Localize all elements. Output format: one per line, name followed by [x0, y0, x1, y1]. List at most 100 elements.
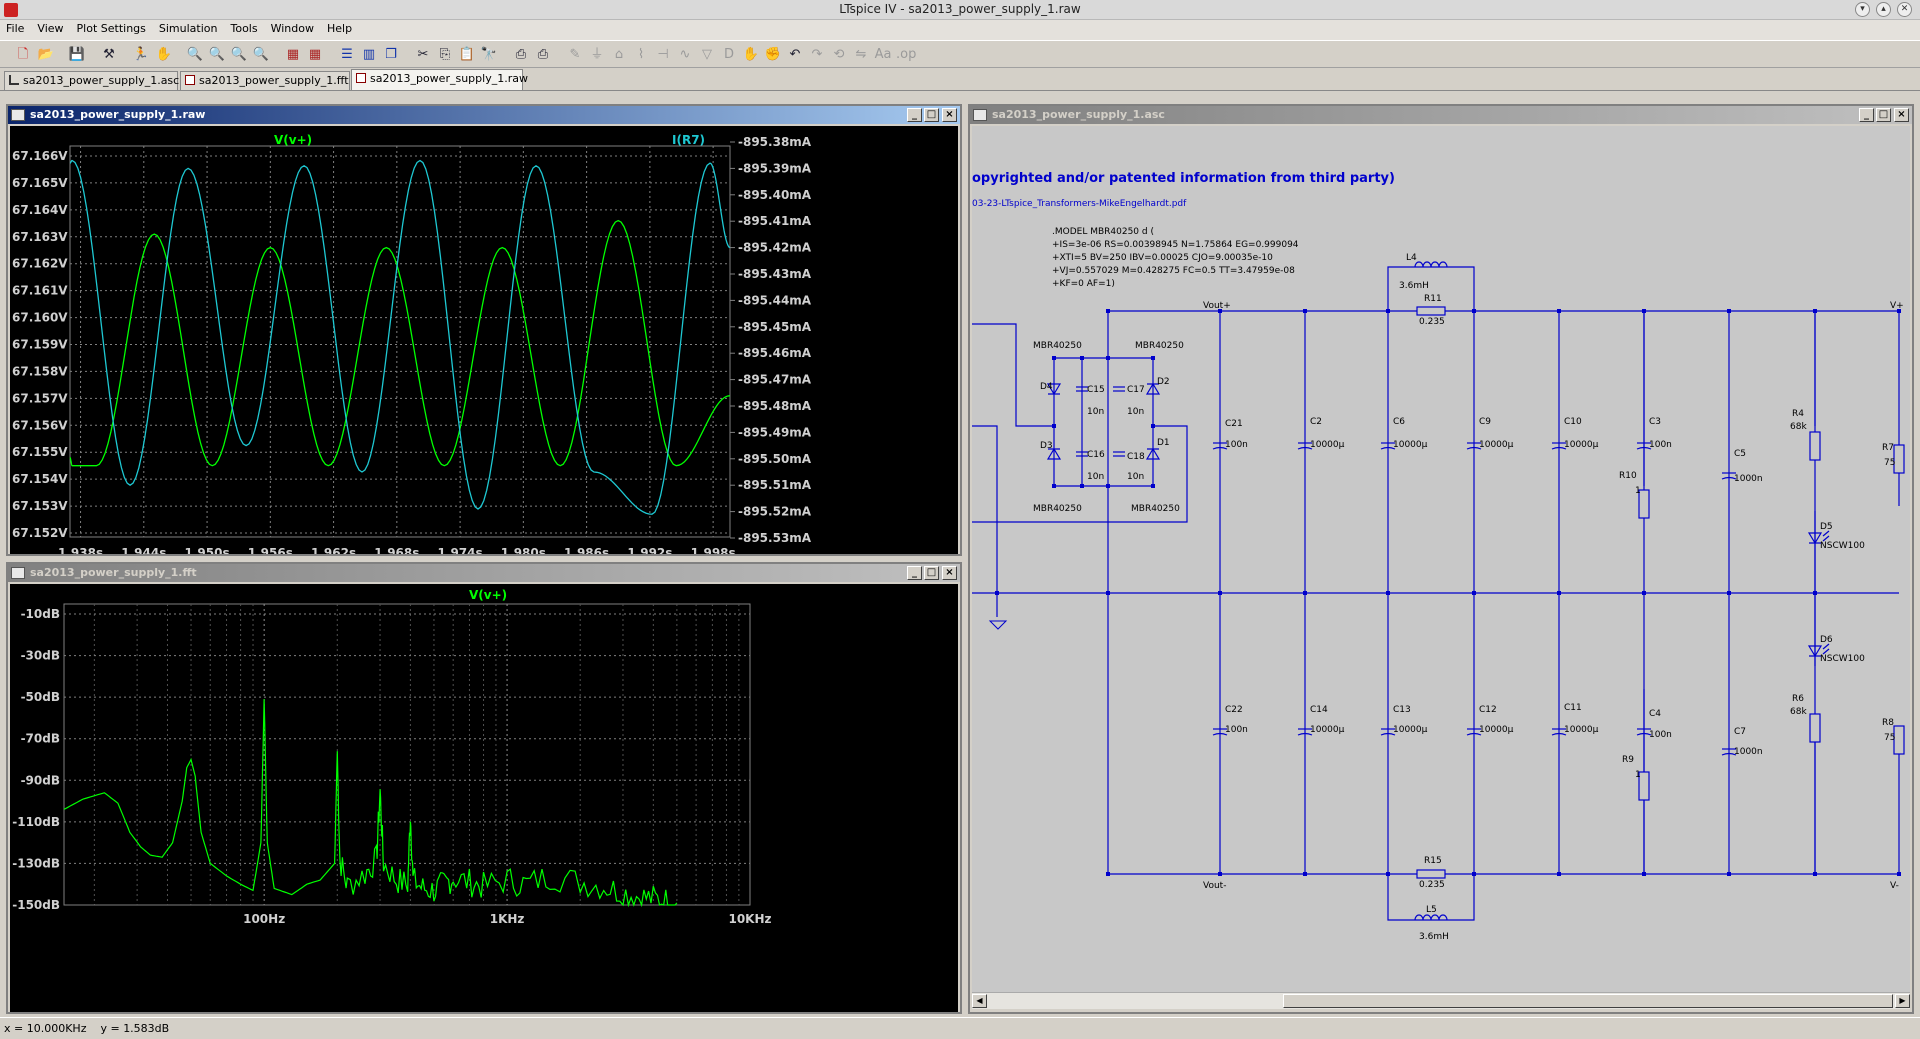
copyright-notice[interactable]: opyrighted and/or patented information f… [972, 171, 1395, 186]
asc-horizontal-scrollbar[interactable]: ◀ ▶ [972, 992, 1910, 1009]
menu-help[interactable]: Help [321, 20, 359, 35]
label-c4[interactable]: C4 [1649, 709, 1661, 719]
control-panel-icon[interactable]: ⚒ [100, 46, 118, 64]
drag-icon[interactable]: ✊ [764, 46, 782, 64]
value-c22[interactable]: 100n [1225, 725, 1248, 735]
label-c13[interactable]: C13 [1393, 705, 1411, 715]
value-c18[interactable]: 10n [1127, 472, 1144, 482]
label-r10[interactable]: R10 [1619, 471, 1637, 481]
diode-icon[interactable]: ▽ [698, 46, 716, 64]
raw-plot-window[interactable]: sa2013_power_supply_1.raw _ □ × V(v+) I(… [6, 104, 962, 560]
value-c3[interactable]: 100n [1649, 440, 1672, 450]
label-r7[interactable]: R7 [1882, 443, 1894, 453]
label-l4[interactable]: L4 [1406, 253, 1417, 263]
asc-maximize-button[interactable]: □ [1876, 108, 1891, 122]
value-c11[interactable]: 10000µ [1564, 725, 1599, 735]
label-c15[interactable]: C15 [1087, 385, 1105, 395]
zoom-back-icon[interactable]: 🔍 [230, 46, 248, 64]
value-c17[interactable]: 10n [1127, 407, 1144, 417]
label-c16[interactable]: C16 [1087, 450, 1105, 460]
value-l5[interactable]: 3.6mH [1419, 932, 1449, 942]
value-c13[interactable]: 10000µ [1393, 725, 1428, 735]
raw-window-titlebar[interactable]: sa2013_power_supply_1.raw _ □ × [8, 106, 960, 124]
value-d6[interactable]: NSCW100 [1820, 654, 1865, 664]
rotate-icon[interactable]: ⟲ [830, 46, 848, 64]
value-c2[interactable]: 10000µ [1310, 440, 1345, 450]
capacitor-icon[interactable]: ⊣ [654, 46, 672, 64]
value-r4[interactable]: 68k [1790, 422, 1807, 432]
save-icon[interactable]: 💾 [68, 46, 86, 64]
run-icon[interactable]: 🏃 [132, 46, 150, 64]
fft-maximize-button[interactable]: □ [924, 566, 939, 580]
menu-tools[interactable]: Tools [224, 20, 264, 35]
label-d1[interactable]: D1 [1157, 438, 1170, 448]
value-r8[interactable]: 75 [1884, 733, 1895, 743]
label-r4[interactable]: R4 [1792, 409, 1804, 419]
label-c18[interactable]: C18 [1127, 452, 1145, 462]
tile-vertical-icon[interactable]: ▥ [360, 46, 378, 64]
menu-window[interactable]: Window [265, 20, 321, 35]
label-vplus[interactable]: V+ [1890, 301, 1904, 311]
asc-schematic-window[interactable]: sa2013_power_supply_1.asc _ □ × opyright… [968, 104, 1914, 1014]
label-vminus[interactable]: V- [1890, 881, 1899, 891]
label-voutn[interactable]: Vout- [1203, 881, 1226, 891]
value-c14[interactable]: 10000µ [1310, 725, 1345, 735]
minimize-button[interactable]: ▾ [1855, 2, 1870, 17]
tab-raw[interactable]: sa2013_power_supply_1.raw [351, 69, 528, 90]
value-l4[interactable]: 3.6mH [1399, 281, 1429, 291]
menu-simulation[interactable]: Simulation [153, 20, 225, 35]
raw-maximize-button[interactable]: □ [924, 108, 939, 122]
label-c9[interactable]: C9 [1479, 417, 1491, 427]
component-icon[interactable]: D [720, 46, 738, 64]
label-mbr-tl[interactable]: MBR40250 [1033, 341, 1082, 351]
zoom-out-icon[interactable]: 🔍 [208, 46, 226, 64]
print-preview-icon[interactable]: ⎙ [512, 46, 530, 64]
model-line-1[interactable]: .MODEL MBR40250 d ( [1052, 227, 1154, 237]
label-c3[interactable]: C3 [1649, 417, 1661, 427]
zoom-in-icon[interactable]: 🔍 [186, 46, 204, 64]
fft-window-titlebar[interactable]: sa2013_power_supply_1.fft _ □ × [8, 564, 960, 582]
model-line-4[interactable]: +VJ=0.557029 M=0.428275 FC=0.5 TT=3.4795… [1052, 266, 1295, 276]
label-c5[interactable]: C5 [1734, 449, 1746, 459]
value-c15[interactable]: 10n [1087, 407, 1104, 417]
label-c21[interactable]: C21 [1225, 419, 1243, 429]
value-d5[interactable]: NSCW100 [1820, 541, 1865, 551]
label-mbr-bl[interactable]: MBR40250 [1033, 504, 1082, 514]
label-c2[interactable]: C2 [1310, 417, 1322, 427]
asc-window-titlebar[interactable]: sa2013_power_supply_1.asc _ □ × [970, 106, 1912, 124]
label-c10[interactable]: C10 [1564, 417, 1582, 427]
inductor-icon[interactable]: ∿ [676, 46, 694, 64]
value-c10[interactable]: 10000µ [1564, 440, 1599, 450]
label-mbr-br[interactable]: MBR40250 [1131, 504, 1180, 514]
autorange-icon[interactable]: ▦ [284, 46, 302, 64]
undo-icon[interactable]: ↶ [786, 46, 804, 64]
trace-label-vplus[interactable]: V(v+) [274, 133, 312, 147]
value-r10[interactable]: 1 [1635, 486, 1641, 496]
halt-icon[interactable]: ✋ [155, 46, 173, 64]
maximize-button[interactable]: ▴ [1876, 2, 1891, 17]
redo-icon[interactable]: ↷ [808, 46, 826, 64]
close-button[interactable]: ✕ [1897, 2, 1912, 17]
wire-icon[interactable]: ✎ [566, 46, 584, 64]
mirror-icon[interactable]: ⇋ [852, 46, 870, 64]
value-r15[interactable]: 0.235 [1419, 880, 1445, 890]
open-icon[interactable]: 📂 [37, 46, 55, 64]
tab-asc[interactable]: sa2013_power_supply_1.asc [4, 71, 179, 90]
label-voutp[interactable]: Vout+ [1203, 301, 1231, 311]
label-l5[interactable]: L5 [1426, 905, 1437, 915]
label-d5[interactable]: D5 [1820, 522, 1833, 532]
value-r11[interactable]: 0.235 [1419, 317, 1445, 327]
label-c17[interactable]: C17 [1127, 385, 1145, 395]
label-c6[interactable]: C6 [1393, 417, 1405, 427]
print-icon[interactable]: ⎙ [534, 46, 552, 64]
grid-icon[interactable]: ▦ [306, 46, 324, 64]
ground-icon[interactable]: ⏚ [588, 46, 606, 64]
schematic-canvas[interactable]: opyrighted and/or patented information f… [972, 126, 1910, 992]
value-r7[interactable]: 75 [1884, 458, 1895, 468]
label-r11[interactable]: R11 [1424, 294, 1442, 304]
fft-close-button[interactable]: × [942, 566, 957, 580]
label-r15[interactable]: R15 [1424, 856, 1442, 866]
tile-horizontal-icon[interactable]: ☰ [338, 46, 356, 64]
move-icon[interactable]: ✋ [742, 46, 760, 64]
label-icon[interactable]: ⌂ [610, 46, 628, 64]
